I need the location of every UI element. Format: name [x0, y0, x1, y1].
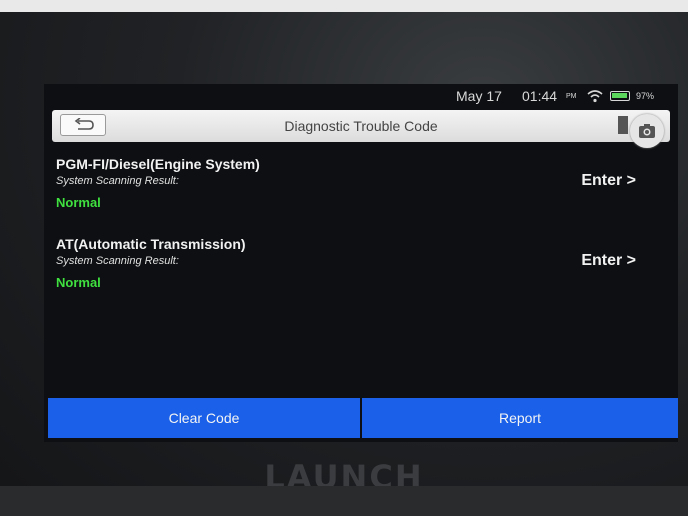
system-name: PGM-FI/Diesel(Engine System): [56, 156, 260, 172]
camera-icon[interactable]: [630, 114, 664, 148]
system-status: Normal: [56, 275, 101, 290]
battery-percent: 97%: [636, 91, 655, 101]
top-bezel: [0, 0, 688, 12]
app-screen: May 17 01:44 PM 97% Diagnostic Trouble C…: [44, 84, 678, 442]
status-date: May 17: [456, 88, 502, 104]
status-bar: May 17 01:44 PM 97%: [44, 84, 678, 108]
system-result-label: System Scanning Result:: [56, 255, 179, 267]
report-button[interactable]: Report: [362, 398, 678, 438]
system-item-transmission: AT(Automatic Transmission) System Scanni…: [56, 236, 666, 308]
action-bar: Clear Code Report: [48, 398, 678, 438]
battery-level-fill: [612, 93, 627, 98]
clear-code-button[interactable]: Clear Code: [48, 398, 360, 438]
enter-button-engine[interactable]: Enter >: [581, 172, 636, 190]
battery-icon: [610, 91, 630, 101]
system-item-engine: PGM-FI/Diesel(Engine System) System Scan…: [56, 156, 666, 228]
system-status: Normal: [56, 195, 101, 210]
wifi-icon: [587, 89, 603, 103]
document-icon[interactable]: [618, 116, 628, 134]
status-time: 01:44: [522, 88, 558, 104]
bottom-bezel: [0, 486, 688, 516]
title-bar: Diagnostic Trouble Code: [52, 110, 670, 142]
system-name: AT(Automatic Transmission): [56, 236, 246, 252]
system-result-label: System Scanning Result:: [56, 175, 179, 187]
enter-button-transmission[interactable]: Enter >: [581, 252, 636, 270]
page-title: Diagnostic Trouble Code: [284, 118, 438, 134]
tablet-device: May 17 01:44 PM 97% Diagnostic Trouble C…: [0, 0, 688, 516]
status-ampm: PM: [566, 93, 577, 100]
